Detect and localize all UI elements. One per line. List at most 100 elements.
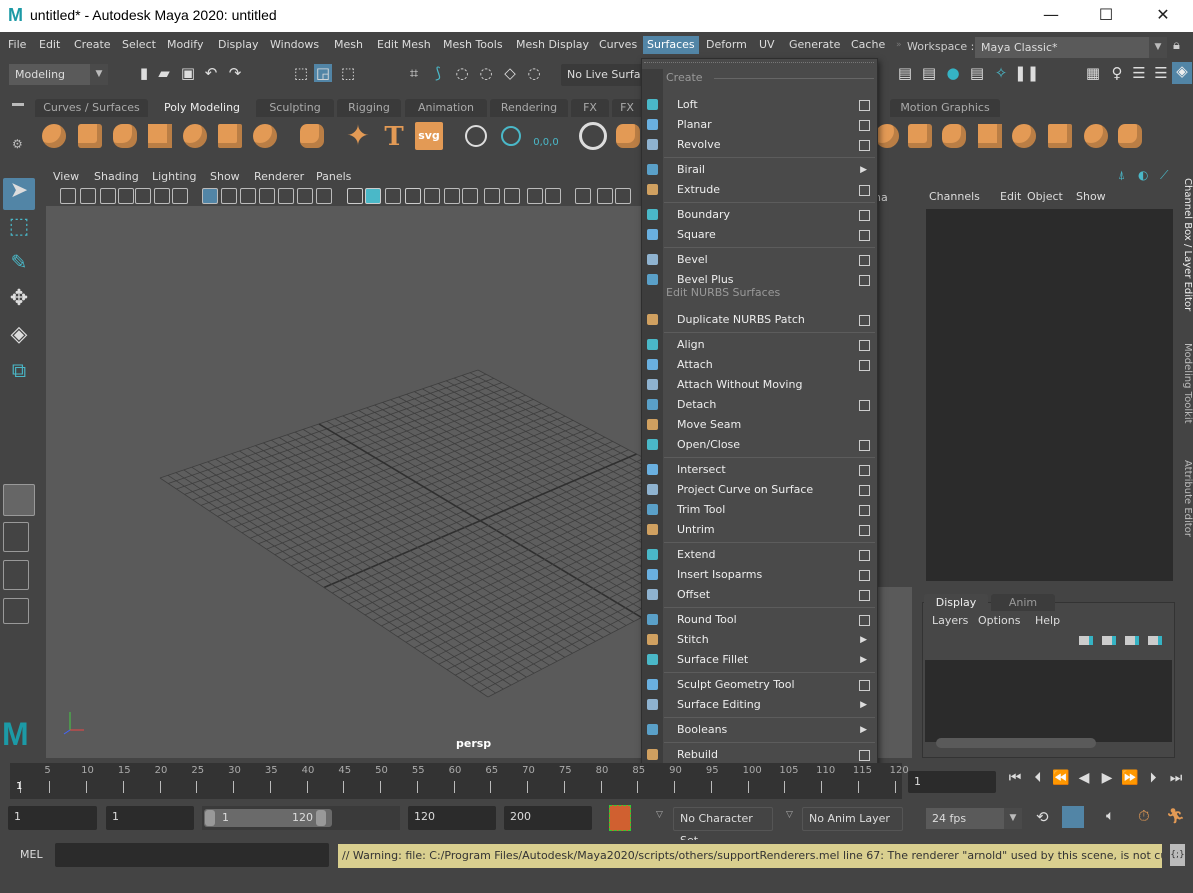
step-forward-key-icon[interactable]: ⏵ bbox=[1143, 770, 1163, 786]
lasso-tool-icon[interactable]: ⬚ bbox=[3, 214, 35, 246]
menu-item-birail[interactable]: Birail ▶ bbox=[663, 160, 876, 180]
menu-item-revolve[interactable]: Revolve bbox=[663, 135, 876, 155]
option-box-icon[interactable] bbox=[859, 140, 870, 151]
menu-item-extend[interactable]: Extend bbox=[663, 545, 876, 565]
menu-item-attach[interactable]: Attach bbox=[663, 355, 876, 375]
menu-cache[interactable]: Cache bbox=[847, 36, 889, 54]
menu-mesh[interactable]: Mesh bbox=[330, 36, 367, 54]
end-time-field[interactable]: 200 bbox=[504, 806, 592, 830]
shelf-tab-fx[interactable]: FX bbox=[612, 99, 642, 117]
menu-surfaces[interactable]: Surfaces bbox=[643, 36, 699, 54]
smooth-shade-icon[interactable] bbox=[365, 188, 381, 204]
command-input[interactable] bbox=[55, 843, 329, 867]
script-language-toggle[interactable]: MEL bbox=[20, 848, 43, 861]
resolution-gate-icon[interactable] bbox=[240, 188, 256, 204]
play-backwards-icon[interactable]: ◀ bbox=[1074, 770, 1094, 786]
viewport-menu-renderer[interactable]: Renderer bbox=[254, 170, 304, 183]
workspace-dropdown[interactable]: Maya Classic* ▼ bbox=[975, 37, 1167, 58]
poly-cylinder-icon[interactable] bbox=[113, 124, 137, 148]
menu-item-offset[interactable]: Offset bbox=[663, 585, 876, 605]
grid-icon[interactable] bbox=[202, 188, 218, 204]
menu-deform[interactable]: Deform bbox=[702, 36, 751, 54]
menu-item-project-curve-on-surface[interactable]: Project Curve on Surface bbox=[663, 480, 876, 500]
xray-joints-icon[interactable] bbox=[597, 188, 613, 204]
camera-attributes-icon[interactable] bbox=[100, 188, 116, 204]
menu-item-loft[interactable]: Loft bbox=[663, 95, 876, 115]
layer-menu-layers[interactable]: Layers bbox=[932, 614, 968, 627]
sound-icon[interactable]: 🔈︎ bbox=[1106, 808, 1114, 824]
layer-menu-help[interactable]: Help bbox=[1035, 614, 1060, 627]
tool-settings-icon[interactable]: ☰ bbox=[1152, 64, 1170, 82]
range-end-handle[interactable] bbox=[316, 810, 326, 826]
bridge-icon[interactable] bbox=[942, 124, 966, 148]
menu-item-round-tool[interactable]: Round Tool bbox=[663, 610, 876, 630]
option-box-icon[interactable] bbox=[859, 680, 870, 691]
step-back-frame-icon[interactable]: ⏪ bbox=[1051, 770, 1071, 786]
four-view-layout-icon[interactable] bbox=[3, 522, 29, 552]
character-prefs-icon[interactable]: 🏃︎ bbox=[1166, 807, 1185, 825]
shelf-tab-fx[interactable]: FX bbox=[571, 99, 609, 117]
side-tab-attribute-editor[interactable]: Attribute Editor bbox=[1178, 460, 1193, 537]
layer-list-scrollbar[interactable] bbox=[936, 738, 1096, 748]
menu-item-extrude[interactable]: Extrude bbox=[663, 180, 876, 200]
shadows-icon[interactable] bbox=[462, 188, 478, 204]
select-tool-icon[interactable]: ➤ bbox=[3, 178, 35, 210]
wireframe-on-shaded-icon[interactable] bbox=[405, 188, 421, 204]
range-start-handle[interactable] bbox=[205, 810, 215, 826]
option-box-icon[interactable] bbox=[859, 100, 870, 111]
poly-cone-icon[interactable] bbox=[148, 124, 172, 148]
xray-active-icon[interactable] bbox=[615, 188, 631, 204]
fps-dropdown[interactable]: 24 fps ▼ bbox=[926, 808, 1022, 829]
render-view-icon[interactable]: ▤ bbox=[968, 64, 986, 82]
undo-icon[interactable]: ↶ bbox=[202, 64, 220, 82]
select-camera-icon[interactable] bbox=[60, 188, 76, 204]
menu-mesh-display[interactable]: Mesh Display bbox=[512, 36, 593, 54]
go-to-end-icon[interactable]: ⏭ bbox=[1166, 770, 1186, 786]
anim-prefs-icon[interactable]: ⏱︎ bbox=[1138, 807, 1150, 825]
human-ik-icon[interactable]: ♀ bbox=[1108, 64, 1126, 82]
option-box-icon[interactable] bbox=[859, 505, 870, 516]
option-box-icon[interactable] bbox=[859, 315, 870, 326]
option-box-icon[interactable] bbox=[859, 340, 870, 351]
fill-hole-icon[interactable] bbox=[1048, 124, 1072, 148]
menu-item-booleans[interactable]: Booleans ▶ bbox=[663, 720, 876, 740]
menu-item-trim-tool[interactable]: Trim Tool bbox=[663, 500, 876, 520]
time-slider[interactable]: 5 10 15 20 25 30 35 40 45 50 55 60 65 70 75 80 85 90 95 100… bbox=[10, 763, 909, 799]
redo-icon[interactable]: ↷ bbox=[226, 64, 244, 82]
pause-viewport-icon[interactable]: ❚❚ bbox=[1014, 64, 1039, 82]
menu-item-square[interactable]: Square bbox=[663, 225, 876, 245]
current-frame-field[interactable]: 1 bbox=[908, 771, 996, 793]
svg-icon[interactable]: svg bbox=[415, 122, 443, 150]
option-box-icon[interactable] bbox=[859, 120, 870, 131]
option-box-icon[interactable] bbox=[859, 485, 870, 496]
menu-item-untrim[interactable]: Untrim bbox=[663, 520, 876, 540]
poly-cube-icon[interactable] bbox=[78, 124, 102, 148]
anti-aliasing-icon[interactable] bbox=[527, 188, 543, 204]
smooth-icon[interactable] bbox=[875, 124, 899, 148]
live-surface-field[interactable]: No Live Surface bbox=[561, 64, 645, 86]
option-box-icon[interactable] bbox=[859, 210, 870, 221]
go-to-start-icon[interactable]: ⏮ bbox=[1005, 770, 1025, 786]
character-set-arrow-icon[interactable]: ▽ bbox=[656, 810, 663, 820]
viewport-menu-shading[interactable]: Shading bbox=[94, 170, 139, 183]
image-plane-icon[interactable] bbox=[135, 188, 151, 204]
layer-tab-anim[interactable]: Anim bbox=[991, 594, 1055, 611]
menu-item-duplicate-nurbs-patch[interactable]: Duplicate NURBS Patch bbox=[663, 310, 876, 330]
viewport-menu-view[interactable]: View bbox=[53, 170, 79, 183]
anim-layer-arrow-icon[interactable]: ▽ bbox=[786, 810, 793, 820]
sweep-icon[interactable]: 0,0,0 bbox=[532, 122, 560, 150]
extrude-icon[interactable] bbox=[978, 124, 1002, 148]
shelf-tab-poly-modeling[interactable]: Poly Modeling bbox=[152, 99, 252, 117]
menu-item-boundary[interactable]: Boundary bbox=[663, 205, 876, 225]
snap-grid-icon[interactable]: ⌗ bbox=[405, 64, 423, 82]
menu-item-planar[interactable]: Planar bbox=[663, 115, 876, 135]
snap-curve-icon[interactable]: ⟆ bbox=[429, 64, 447, 82]
step-forward-frame-icon[interactable]: ⏩ bbox=[1120, 770, 1140, 786]
channel-box-menu-edit[interactable]: Edit bbox=[1000, 190, 1021, 203]
menu-item-intersect[interactable]: Intersect bbox=[663, 460, 876, 480]
option-box-icon[interactable] bbox=[859, 275, 870, 286]
step-back-key-icon[interactable]: ⏴ bbox=[1028, 770, 1048, 786]
cache-playback-icon[interactable] bbox=[1062, 806, 1084, 828]
option-box-icon[interactable] bbox=[859, 525, 870, 536]
menu-curves[interactable]: Curves bbox=[595, 36, 641, 54]
